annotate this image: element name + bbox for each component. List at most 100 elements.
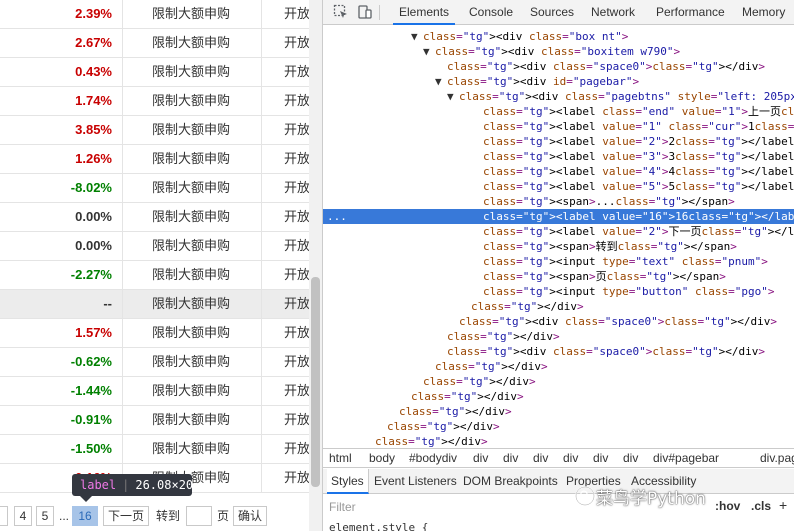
next-page-button[interactable]: 下一页 xyxy=(103,506,149,526)
hover-state-toggle[interactable]: :hov xyxy=(715,499,740,513)
purchase-status-cell: 限制大额申购 xyxy=(122,377,262,405)
tab-network[interactable]: Network xyxy=(591,0,635,25)
expand-triangle-icon[interactable]: ▼ xyxy=(447,89,459,104)
page-scrollbar[interactable] xyxy=(309,0,322,531)
dom-node[interactable]: class="tg"><label value="2">2class="tg">… xyxy=(323,134,794,149)
dom-node[interactable]: class="tg"><input type="button" class="p… xyxy=(323,284,794,299)
dom-node[interactable]: ▼ class="tg"><div class="boxitem w790"> xyxy=(323,44,794,59)
pagination-bar: 4 4 5 ... 16 下一页 转到 页 确认 xyxy=(0,505,322,527)
tooltip-arrow xyxy=(80,496,92,502)
new-style-rule-button[interactable]: + xyxy=(779,497,787,513)
watermark-text: 菜鸟学Python xyxy=(596,489,706,509)
tooltip-tag-name: label xyxy=(80,478,117,492)
node-actions-ellipsis[interactable]: ... xyxy=(327,209,347,224)
tab-elements[interactable]: Elements xyxy=(393,0,456,25)
dom-node[interactable]: class="tg"><span>页class="tg"></span> xyxy=(323,269,794,284)
dom-node[interactable]: class="tg"></div> xyxy=(323,374,794,389)
purchase-status-cell: 限制大额申购 xyxy=(122,145,262,173)
breadcrumb-item[interactable]: div xyxy=(473,449,488,468)
expand-triangle-icon[interactable]: ▼ xyxy=(423,44,435,59)
table-row: -0.91% 限制大额申购 开放 xyxy=(0,406,322,435)
dom-node[interactable]: class="tg"><div class="space0">class="tg… xyxy=(323,59,794,74)
table-row: 2.39% 限制大额申购 开放 xyxy=(0,0,322,29)
table-row: 2.67% 限制大额申购 开放 xyxy=(0,29,322,58)
dom-node[interactable]: class="tg"><label value="5">5class="tg">… xyxy=(323,179,794,194)
table-row: -2.27% 限制大额申购 开放 xyxy=(0,261,322,290)
breadcrumb-item[interactable]: #bodydiv xyxy=(409,449,457,468)
tab-performance[interactable]: Performance xyxy=(656,0,725,25)
dom-node[interactable]: class="tg"></div> xyxy=(323,359,794,374)
fund-table: 2.39% 限制大额申购 开放 2.67% 限制大额申购 开放 0.43% 限制大额申购 开放 1… xyxy=(0,0,322,493)
dom-node[interactable]: class="tg"></div> xyxy=(323,434,794,449)
device-toolbar-icon[interactable] xyxy=(357,4,373,20)
breadcrumb-item[interactable]: body xyxy=(369,449,395,468)
dom-node[interactable]: ▼ class="tg"><div class="box nt"> xyxy=(323,29,794,44)
page-button-4-partial[interactable]: 4 xyxy=(0,506,8,526)
dom-node[interactable]: class="tg"><label class="end" value="1">… xyxy=(323,104,794,119)
daily-change-cell: -8.02% xyxy=(70,180,112,195)
breadcrumb-item[interactable]: div#pagebar xyxy=(653,449,719,468)
page-number-input[interactable] xyxy=(186,506,212,526)
dom-node[interactable]: ▼ class="tg"><div id="pagebar"> xyxy=(323,74,794,89)
breadcrumb-item[interactable]: div xyxy=(563,449,578,468)
tab-sources[interactable]: Sources xyxy=(530,0,574,25)
daily-change-cell: 1.26% xyxy=(75,151,112,166)
inspect-element-icon[interactable] xyxy=(333,4,349,20)
page-scrollbar-thumb[interactable] xyxy=(311,277,320,487)
dom-node[interactable]: class="tg"><label value="1" class="cur">… xyxy=(323,119,794,134)
purchase-status-cell: 限制大额申购 xyxy=(122,203,262,231)
page-button-16[interactable]: 16 xyxy=(72,506,98,526)
confirm-button[interactable]: 确认 xyxy=(233,506,267,526)
tab-memory[interactable]: Memory xyxy=(742,0,785,25)
dom-node[interactable]: class="tg"></div> xyxy=(323,419,794,434)
tab-styles[interactable]: Styles xyxy=(327,469,369,494)
dom-node[interactable]: class="tg"><label value="3">3class="tg">… xyxy=(323,149,794,164)
class-toggle[interactable]: .cls xyxy=(751,499,771,513)
dom-node[interactable]: class="tg"><div class="space0">class="tg… xyxy=(323,314,794,329)
daily-change-cell: -2.27% xyxy=(70,267,112,282)
dom-node[interactable]: ▼ class="tg"><div class="pagebtns" style=… xyxy=(323,89,794,104)
breadcrumb-item[interactable]: div xyxy=(533,449,548,468)
breadcrumb-item[interactable]: div xyxy=(593,449,608,468)
elements-dom-tree: ▼ class="tg"><div class="box nt"> ▼ class="… xyxy=(323,26,794,463)
dom-node[interactable]: class="tg"></div> xyxy=(323,389,794,404)
dom-node[interactable]: class="tg"></div> xyxy=(323,329,794,344)
dom-node[interactable]: class="tg"><label value="2">下一页class="tg… xyxy=(323,224,794,239)
page-button-5[interactable]: 5 xyxy=(36,506,54,526)
daily-change-cell: 1.57% xyxy=(75,325,112,340)
daily-change-cell: 2.67% xyxy=(75,35,112,50)
dom-node[interactable]: class="tg"><span>转到class="tg"></span> xyxy=(323,239,794,254)
dom-node[interactable]: class="tg"><span>...class="tg"></span> xyxy=(323,194,794,209)
table-row: 1.74% 限制大额申购 开放 xyxy=(0,87,322,116)
goto-label: 转到 xyxy=(156,509,181,523)
breadcrumb-item[interactable]: div xyxy=(623,449,638,468)
tab-dom-breakpoints[interactable]: DOM Breakpoints xyxy=(463,469,558,494)
purchase-status-cell: 限制大额申购 xyxy=(122,319,262,347)
table-row: 0.00% 限制大额申购 开放 xyxy=(0,232,322,261)
breadcrumb-item[interactable]: html xyxy=(329,449,352,468)
expand-triangle-icon[interactable]: ▼ xyxy=(435,74,447,89)
dom-node-selected[interactable]: ... class="tg"><label value="16">16class=… xyxy=(323,209,794,224)
dom-node[interactable]: class="tg"></div> xyxy=(323,404,794,419)
table-row: -1.50% 限制大额申购 开放 xyxy=(0,435,322,464)
tab-console[interactable]: Console xyxy=(469,0,513,25)
tab-event-listeners[interactable]: Event Listeners xyxy=(374,469,457,494)
styles-filter-input[interactable]: Filter xyxy=(329,499,529,515)
styles-pane-tabs: Styles Event Listeners DOM Breakpoints P… xyxy=(323,469,794,494)
purchase-status-cell: 限制大额申购 xyxy=(122,174,262,202)
wechat-watermark-icon xyxy=(575,486,595,506)
dom-node[interactable]: class="tg"><label value="4">4class="tg">… xyxy=(323,164,794,179)
purchase-status-cell: 限制大额申购 xyxy=(122,435,262,463)
breadcrumb-item[interactable]: div xyxy=(503,449,518,468)
breadcrumb-item[interactable]: div.pag xyxy=(760,449,794,468)
dom-node[interactable]: class="tg"></div> xyxy=(323,299,794,314)
element-style-rule: element.style { xyxy=(329,521,429,531)
page-button-4[interactable]: 4 xyxy=(14,506,32,526)
daily-change-cell: 1.74% xyxy=(75,93,112,108)
table-row: 1.57% 限制大额申购 开放 xyxy=(0,319,322,348)
daily-change-cell: -1.44% xyxy=(70,383,112,398)
daily-change-cell: 0.00% xyxy=(75,209,112,224)
dom-node[interactable]: class="tg"><input type="text" class="pnu… xyxy=(323,254,794,269)
expand-triangle-icon[interactable]: ▼ xyxy=(411,29,423,44)
dom-node[interactable]: class="tg"><div class="space0">class="tg… xyxy=(323,344,794,359)
